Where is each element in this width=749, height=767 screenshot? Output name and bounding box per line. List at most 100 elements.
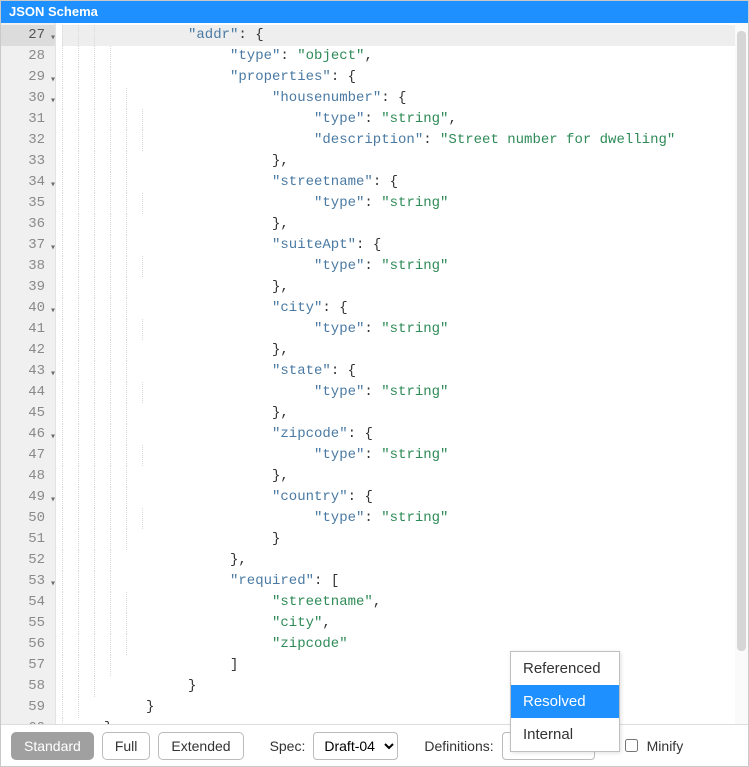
- token-punc: ,: [280, 279, 288, 295]
- token-key: "streetname": [272, 174, 373, 190]
- gutter-line: 34▾: [1, 172, 55, 193]
- token-punc: ,: [373, 594, 381, 610]
- token-brace: {: [255, 27, 263, 43]
- code-line[interactable]: },: [62, 550, 742, 571]
- token-brace: }: [272, 531, 280, 547]
- code-line[interactable]: "type": "string": [62, 193, 742, 214]
- code-line[interactable]: "addr": {: [62, 25, 742, 46]
- code-line[interactable]: "country": {: [62, 487, 742, 508]
- gutter-line: 42: [1, 340, 55, 361]
- token-punc: :: [322, 300, 339, 316]
- scroll-thumb[interactable]: [737, 31, 746, 651]
- code-line[interactable]: "streetname": {: [62, 172, 742, 193]
- definitions-dropdown-popup[interactable]: ReferencedResolvedInternal: [510, 651, 620, 752]
- code-line[interactable]: },: [62, 151, 742, 172]
- code-line[interactable]: },: [62, 340, 742, 361]
- token-punc: :: [348, 489, 365, 505]
- token-str: "string": [381, 384, 448, 400]
- code-line[interactable]: "streetname",: [62, 592, 742, 613]
- token-punc: ,: [238, 552, 246, 568]
- vertical-scrollbar[interactable]: [735, 23, 748, 724]
- gutter-line: 31: [1, 109, 55, 130]
- gutter-line: 53▾: [1, 571, 55, 592]
- token-key: "city": [272, 300, 322, 316]
- token-punc: :: [381, 90, 398, 106]
- code-editor[interactable]: 27▾2829▾30▾31323334▾353637▾383940▾414243…: [1, 23, 748, 724]
- code-line[interactable]: },: [62, 403, 742, 424]
- token-punc: ,: [280, 153, 288, 169]
- token-key: "country": [272, 489, 348, 505]
- gutter-line: 41: [1, 319, 55, 340]
- gutter-line: 33: [1, 151, 55, 172]
- code-area[interactable]: "addr": {"type": "object","properties": …: [56, 23, 748, 724]
- token-str: "string": [381, 195, 448, 211]
- gutter-line: 51: [1, 529, 55, 550]
- token-str: "object": [297, 48, 364, 64]
- gutter-line: 49▾: [1, 487, 55, 508]
- token-key: "type": [314, 195, 364, 211]
- token-str: "string": [381, 447, 448, 463]
- mode-extended-button[interactable]: Extended: [158, 732, 243, 760]
- token-str: "string": [381, 111, 448, 127]
- token-punc: :: [364, 111, 381, 127]
- gutter-line: 37▾: [1, 235, 55, 256]
- code-line[interactable]: "city",: [62, 613, 742, 634]
- minify-toggle[interactable]: Minify: [621, 736, 684, 755]
- token-punc: :: [364, 447, 381, 463]
- code-line[interactable]: "city": {: [62, 298, 742, 319]
- code-line[interactable]: "type": "string": [62, 319, 742, 340]
- code-line[interactable]: }: [62, 697, 742, 718]
- gutter-line: 35: [1, 193, 55, 214]
- dropdown-option[interactable]: Internal: [511, 718, 619, 751]
- token-brace: {: [398, 90, 406, 106]
- gutter-line: 40▾: [1, 298, 55, 319]
- token-punc: :: [364, 384, 381, 400]
- mode-standard-button[interactable]: Standard: [11, 732, 94, 760]
- code-line[interactable]: }: [62, 529, 742, 550]
- code-line[interactable]: "type": "object",: [62, 46, 742, 67]
- code-line[interactable]: "properties": {: [62, 67, 742, 88]
- dropdown-option[interactable]: Resolved: [511, 685, 619, 718]
- token-brace: {: [348, 69, 356, 85]
- code-line[interactable]: "type": "string",: [62, 109, 742, 130]
- mode-full-button[interactable]: Full: [102, 732, 151, 760]
- code-line[interactable]: "suiteApt": {: [62, 235, 742, 256]
- code-line[interactable]: "state": {: [62, 361, 742, 382]
- gutter-line: 44: [1, 382, 55, 403]
- code-line[interactable]: "housenumber": {: [62, 88, 742, 109]
- token-punc: :: [356, 237, 373, 253]
- code-line[interactable]: },: [62, 277, 742, 298]
- code-line[interactable]: "type": "string": [62, 445, 742, 466]
- gutter-line: 46▾: [1, 424, 55, 445]
- gutter: 27▾2829▾30▾31323334▾353637▾383940▾414243…: [1, 23, 56, 724]
- gutter-line: 48: [1, 466, 55, 487]
- token-str: "string": [381, 510, 448, 526]
- token-brace: }: [146, 699, 154, 715]
- code-line[interactable]: }: [62, 676, 742, 697]
- gutter-line: 55: [1, 613, 55, 634]
- code-line[interactable]: ]: [62, 655, 742, 676]
- code-line[interactable]: },: [62, 214, 742, 235]
- minify-checkbox[interactable]: [625, 739, 638, 752]
- gutter-line: 38: [1, 256, 55, 277]
- code-line[interactable]: "type": "string": [62, 256, 742, 277]
- token-key: "state": [272, 363, 331, 379]
- gutter-line: 59: [1, 697, 55, 718]
- token-brace: [: [331, 573, 339, 589]
- code-line[interactable]: "zipcode": [62, 634, 742, 655]
- json-schema-editor: JSON Schema 27▾2829▾30▾31323334▾353637▾3…: [0, 0, 749, 767]
- token-key: "type": [314, 510, 364, 526]
- spec-select[interactable]: Draft-04: [313, 732, 398, 760]
- code-line[interactable]: "description": "Street number for dwelli…: [62, 130, 742, 151]
- code-line[interactable]: "type": "string": [62, 508, 742, 529]
- token-key: "description": [314, 132, 423, 148]
- dropdown-option[interactable]: Referenced: [511, 652, 619, 685]
- token-punc: :: [280, 48, 297, 64]
- code-line[interactable]: "zipcode": {: [62, 424, 742, 445]
- code-line[interactable]: "required": [: [62, 571, 742, 592]
- minify-label: Minify: [647, 738, 684, 754]
- code-line[interactable]: },: [62, 466, 742, 487]
- token-punc: :: [314, 573, 331, 589]
- token-punc: :: [373, 174, 390, 190]
- code-line[interactable]: "type": "string": [62, 382, 742, 403]
